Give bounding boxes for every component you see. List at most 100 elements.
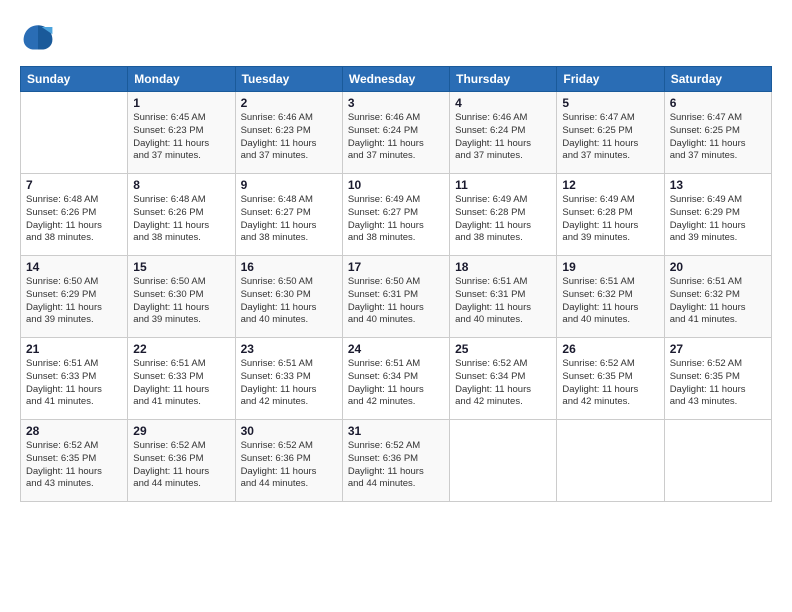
day-info: Sunrise: 6:50 AM Sunset: 6:31 PM Dayligh… bbox=[348, 276, 444, 327]
day-info: Sunrise: 6:47 AM Sunset: 6:25 PM Dayligh… bbox=[670, 112, 766, 163]
day-info: Sunrise: 6:49 AM Sunset: 6:28 PM Dayligh… bbox=[562, 194, 658, 245]
day-info: Sunrise: 6:51 AM Sunset: 6:32 PM Dayligh… bbox=[562, 276, 658, 327]
calendar-cell: 10 Sunrise: 6:49 AM Sunset: 6:27 PM Dayli… bbox=[342, 174, 449, 256]
weekday-header-sunday: Sunday bbox=[21, 67, 128, 92]
day-info: Sunrise: 6:46 AM Sunset: 6:24 PM Dayligh… bbox=[455, 112, 551, 163]
calendar-cell: 26 Sunrise: 6:52 AM Sunset: 6:35 PM Dayli… bbox=[557, 338, 664, 420]
calendar-cell bbox=[21, 92, 128, 174]
day-info: Sunrise: 6:51 AM Sunset: 6:33 PM Dayligh… bbox=[26, 358, 122, 409]
day-number: 6 bbox=[670, 96, 766, 110]
day-number: 16 bbox=[241, 260, 337, 274]
day-number: 17 bbox=[348, 260, 444, 274]
day-number: 2 bbox=[241, 96, 337, 110]
calendar-cell: 6 Sunrise: 6:47 AM Sunset: 6:25 PM Daylig… bbox=[664, 92, 771, 174]
logo-icon bbox=[20, 18, 56, 54]
day-number: 22 bbox=[133, 342, 229, 356]
logo bbox=[20, 18, 60, 54]
day-number: 4 bbox=[455, 96, 551, 110]
calendar-cell: 5 Sunrise: 6:47 AM Sunset: 6:25 PM Daylig… bbox=[557, 92, 664, 174]
calendar-cell: 27 Sunrise: 6:52 AM Sunset: 6:35 PM Dayli… bbox=[664, 338, 771, 420]
weekday-header-tuesday: Tuesday bbox=[235, 67, 342, 92]
day-number: 28 bbox=[26, 424, 122, 438]
day-number: 5 bbox=[562, 96, 658, 110]
day-number: 10 bbox=[348, 178, 444, 192]
calendar-cell: 23Sunrise: 6:51 AM Sunset: 6:33 PM Dayli… bbox=[235, 338, 342, 420]
day-number: 21 bbox=[26, 342, 122, 356]
day-info: Sunrise: 6:46 AM Sunset: 6:23 PM Dayligh… bbox=[241, 112, 337, 163]
calendar-cell: 15Sunrise: 6:50 AM Sunset: 6:30 PM Dayli… bbox=[128, 256, 235, 338]
weekday-header-friday: Friday bbox=[557, 67, 664, 92]
day-number: 13 bbox=[670, 178, 766, 192]
day-number: 7 bbox=[26, 178, 122, 192]
day-info: Sunrise: 6:52 AM Sunset: 6:36 PM Dayligh… bbox=[241, 440, 337, 491]
header bbox=[20, 18, 772, 54]
day-info: Sunrise: 6:52 AM Sunset: 6:35 PM Dayligh… bbox=[670, 358, 766, 409]
calendar-cell: 3 Sunrise: 6:46 AM Sunset: 6:24 PM Daylig… bbox=[342, 92, 449, 174]
calendar-cell bbox=[664, 420, 771, 502]
calendar-page: SundayMondayTuesdayWednesdayThursdayFrid… bbox=[0, 0, 792, 512]
day-number: 3 bbox=[348, 96, 444, 110]
day-info: Sunrise: 6:52 AM Sunset: 6:35 PM Dayligh… bbox=[26, 440, 122, 491]
day-info: Sunrise: 6:48 AM Sunset: 6:26 PM Dayligh… bbox=[133, 194, 229, 245]
day-number: 29 bbox=[133, 424, 229, 438]
day-info: Sunrise: 6:49 AM Sunset: 6:28 PM Dayligh… bbox=[455, 194, 551, 245]
day-info: Sunrise: 6:49 AM Sunset: 6:27 PM Dayligh… bbox=[348, 194, 444, 245]
day-info: Sunrise: 6:48 AM Sunset: 6:27 PM Dayligh… bbox=[241, 194, 337, 245]
day-number: 19 bbox=[562, 260, 658, 274]
day-info: Sunrise: 6:49 AM Sunset: 6:29 PM Dayligh… bbox=[670, 194, 766, 245]
day-number: 1 bbox=[133, 96, 229, 110]
day-number: 12 bbox=[562, 178, 658, 192]
day-info: Sunrise: 6:52 AM Sunset: 6:36 PM Dayligh… bbox=[133, 440, 229, 491]
day-info: Sunrise: 6:52 AM Sunset: 6:35 PM Dayligh… bbox=[562, 358, 658, 409]
day-info: Sunrise: 6:48 AM Sunset: 6:26 PM Dayligh… bbox=[26, 194, 122, 245]
calendar-cell: 12 Sunrise: 6:49 AM Sunset: 6:28 PM Dayli… bbox=[557, 174, 664, 256]
calendar-cell: 14 Sunrise: 6:50 AM Sunset: 6:29 PM Dayli… bbox=[21, 256, 128, 338]
calendar-cell: 30 Sunrise: 6:52 AM Sunset: 6:36 PM Dayli… bbox=[235, 420, 342, 502]
day-info: Sunrise: 6:51 AM Sunset: 6:34 PM Dayligh… bbox=[348, 358, 444, 409]
calendar-cell: 1 Sunrise: 6:45 AM Sunset: 6:23 PM Daylig… bbox=[128, 92, 235, 174]
calendar-cell bbox=[450, 420, 557, 502]
day-number: 15 bbox=[133, 260, 229, 274]
day-number: 14 bbox=[26, 260, 122, 274]
day-info: Sunrise: 6:47 AM Sunset: 6:25 PM Dayligh… bbox=[562, 112, 658, 163]
calendar-cell: 7 Sunrise: 6:48 AM Sunset: 6:26 PM Daylig… bbox=[21, 174, 128, 256]
weekday-header-saturday: Saturday bbox=[664, 67, 771, 92]
calendar-cell: 4 Sunrise: 6:46 AM Sunset: 6:24 PM Daylig… bbox=[450, 92, 557, 174]
day-info: Sunrise: 6:50 AM Sunset: 6:29 PM Dayligh… bbox=[26, 276, 122, 327]
calendar-cell: 28 Sunrise: 6:52 AM Sunset: 6:35 PM Dayli… bbox=[21, 420, 128, 502]
calendar-cell: 8 Sunrise: 6:48 AM Sunset: 6:26 PM Daylig… bbox=[128, 174, 235, 256]
day-number: 24 bbox=[348, 342, 444, 356]
calendar-cell bbox=[557, 420, 664, 502]
calendar-table: SundayMondayTuesdayWednesdayThursdayFrid… bbox=[20, 66, 772, 502]
day-number: 26 bbox=[562, 342, 658, 356]
day-number: 20 bbox=[670, 260, 766, 274]
calendar-cell: 29 Sunrise: 6:52 AM Sunset: 6:36 PM Dayli… bbox=[128, 420, 235, 502]
day-info: Sunrise: 6:51 AM Sunset: 6:31 PM Dayligh… bbox=[455, 276, 551, 327]
calendar-cell: 19 Sunrise: 6:51 AM Sunset: 6:32 PM Dayli… bbox=[557, 256, 664, 338]
day-number: 18 bbox=[455, 260, 551, 274]
calendar-cell: 2 Sunrise: 6:46 AM Sunset: 6:23 PM Daylig… bbox=[235, 92, 342, 174]
weekday-header-wednesday: Wednesday bbox=[342, 67, 449, 92]
day-info: Sunrise: 6:50 AM Sunset: 6:30 PM Dayligh… bbox=[241, 276, 337, 327]
day-number: 27 bbox=[670, 342, 766, 356]
calendar-cell: 18 Sunrise: 6:51 AM Sunset: 6:31 PM Dayli… bbox=[450, 256, 557, 338]
calendar-cell: 17 Sunrise: 6:50 AM Sunset: 6:31 PM Dayli… bbox=[342, 256, 449, 338]
weekday-header-thursday: Thursday bbox=[450, 67, 557, 92]
calendar-cell: 25 Sunrise: 6:52 AM Sunset: 6:34 PM Dayli… bbox=[450, 338, 557, 420]
day-number: 25 bbox=[455, 342, 551, 356]
calendar-cell: 24 Sunrise: 6:51 AM Sunset: 6:34 PM Dayli… bbox=[342, 338, 449, 420]
day-number: 30 bbox=[241, 424, 337, 438]
day-info: Sunrise: 6:51 AM Sunset: 6:32 PM Dayligh… bbox=[670, 276, 766, 327]
day-info: Sunrise: 6:45 AM Sunset: 6:23 PM Dayligh… bbox=[133, 112, 229, 163]
day-info: Sunrise: 6:52 AM Sunset: 6:36 PM Dayligh… bbox=[348, 440, 444, 491]
calendar-cell: 31Sunrise: 6:52 AM Sunset: 6:36 PM Dayli… bbox=[342, 420, 449, 502]
weekday-header-monday: Monday bbox=[128, 67, 235, 92]
day-info: Sunrise: 6:52 AM Sunset: 6:34 PM Dayligh… bbox=[455, 358, 551, 409]
calendar-cell: 11Sunrise: 6:49 AM Sunset: 6:28 PM Dayli… bbox=[450, 174, 557, 256]
calendar-cell: 20 Sunrise: 6:51 AM Sunset: 6:32 PM Dayli… bbox=[664, 256, 771, 338]
day-info: Sunrise: 6:46 AM Sunset: 6:24 PM Dayligh… bbox=[348, 112, 444, 163]
calendar-cell: 16 Sunrise: 6:50 AM Sunset: 6:30 PM Dayli… bbox=[235, 256, 342, 338]
day-number: 8 bbox=[133, 178, 229, 192]
calendar-cell: 21 Sunrise: 6:51 AM Sunset: 6:33 PM Dayli… bbox=[21, 338, 128, 420]
day-info: Sunrise: 6:51 AM Sunset: 6:33 PM Dayligh… bbox=[133, 358, 229, 409]
